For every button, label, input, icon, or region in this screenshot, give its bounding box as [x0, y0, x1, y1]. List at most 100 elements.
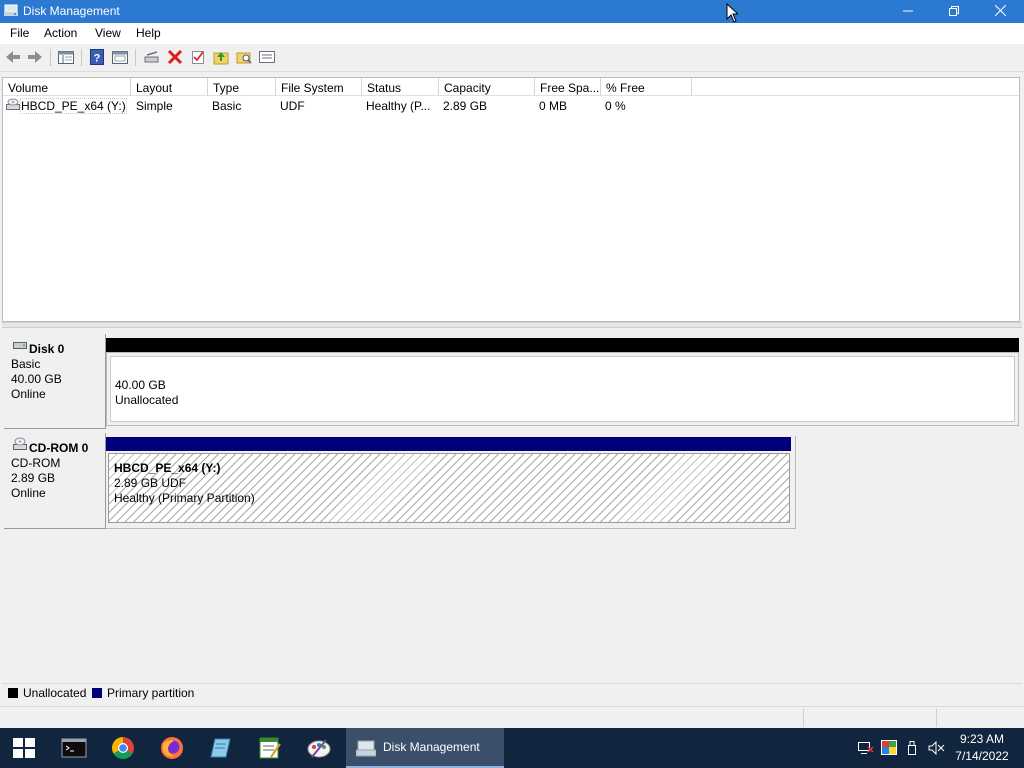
- taskbar-item-label: Disk Management: [383, 740, 480, 754]
- usb-icon[interactable]: [906, 740, 918, 756]
- cell-type: Basic: [212, 99, 242, 113]
- taskbar: Disk Management 9:23 AM 7/14/2022: [0, 728, 1024, 768]
- disk-size: 40.00 GB: [11, 372, 62, 386]
- menu-view[interactable]: View: [95, 26, 121, 40]
- partition-body: 40.00 GB Unallocated: [110, 356, 1015, 422]
- legend-swatch-unallocated: [8, 688, 18, 698]
- primary-partition-bar: [106, 437, 791, 451]
- window-title: Disk Management: [23, 4, 120, 18]
- column-header-filler: [692, 78, 1019, 96]
- volume-muted-icon[interactable]: [928, 741, 945, 755]
- restore-icon: [949, 6, 959, 16]
- cd-drive-icon: [6, 98, 20, 110]
- clock-date: 7/14/2022: [955, 749, 1009, 763]
- disk-kind: CD-ROM: [11, 456, 61, 470]
- cdrom-0-label[interactable]: CD-ROM 0 CD-ROM 2.89 GB Online: [4, 433, 106, 529]
- toolbar-separator: [50, 49, 51, 66]
- disk-0-label[interactable]: Disk 0 Basic 40.00 GB Online: [4, 334, 106, 429]
- toolbar-separator: [81, 49, 82, 66]
- menu-help[interactable]: Help: [136, 26, 161, 40]
- menu-action[interactable]: Action: [44, 26, 77, 40]
- delete-icon[interactable]: [166, 48, 184, 66]
- start-icon[interactable]: [13, 738, 35, 758]
- forward-arrow-icon[interactable]: [26, 48, 44, 66]
- status-divider: [803, 709, 804, 727]
- disk-graphical-view: Disk 0 Basic 40.00 GB Online 40.00 GB Un…: [2, 328, 1022, 683]
- minimize-button[interactable]: [885, 0, 931, 23]
- svg-text:?: ?: [94, 53, 101, 65]
- clock-time: 9:23 AM: [959, 732, 1005, 746]
- console-tree-icon[interactable]: [57, 48, 75, 66]
- cell-layout: Simple: [136, 99, 173, 113]
- close-icon: [994, 4, 1006, 17]
- column-header-status[interactable]: Status: [362, 78, 439, 96]
- menu-bar: File Action View Help: [0, 23, 1024, 44]
- partition-title: HBCD_PE_x64 (Y:): [114, 461, 221, 475]
- unallocated-bar: [106, 338, 1019, 352]
- text-editor-icon[interactable]: [257, 735, 283, 761]
- cell-volume: HBCD_PE_x64 (Y:): [20, 98, 127, 114]
- folder-up-icon[interactable]: [212, 48, 230, 66]
- disk-size: 2.89 GB: [11, 471, 56, 485]
- search-folder-icon[interactable]: [235, 48, 253, 66]
- disk-state: Online: [11, 387, 46, 401]
- paint-icon[interactable]: [306, 735, 332, 761]
- notepad-icon[interactable]: [208, 735, 234, 761]
- cell-file-system: UDF: [280, 99, 305, 113]
- cell-status: Healthy (P...: [366, 99, 431, 113]
- color-icon[interactable]: [881, 740, 897, 755]
- close-button[interactable]: [977, 0, 1023, 23]
- title-bar: Disk Management: [0, 0, 1024, 23]
- partition-hbcd[interactable]: HBCD_PE_x64 (Y:) 2.89 GB UDF Healthy (Pr…: [108, 453, 790, 523]
- chrome-icon[interactable]: [110, 735, 136, 761]
- disk-management-app-icon: [4, 4, 18, 16]
- network-icon[interactable]: [858, 741, 874, 755]
- terminal-icon[interactable]: [61, 735, 87, 761]
- disk-name: CD-ROM 0: [29, 441, 89, 455]
- list-view-icon[interactable]: [258, 48, 276, 66]
- toolbar-separator: [135, 49, 136, 66]
- clock[interactable]: 9:23 AM 7/14/2022: [950, 732, 1014, 763]
- connect-drive-icon[interactable]: [143, 48, 161, 66]
- column-header-file-system[interactable]: File System: [276, 78, 362, 96]
- cell-free-space: 0 MB: [539, 99, 568, 113]
- partition-size: 40.00 GB: [115, 378, 166, 392]
- partition-label: Unallocated: [115, 393, 179, 407]
- legend-swatch-primary: [92, 688, 102, 698]
- status-bar: [0, 706, 1024, 729]
- toolbar: ?: [0, 44, 1024, 72]
- minimize-icon: [903, 10, 913, 12]
- cell-pct-free: 0 %: [605, 99, 626, 113]
- taskbar-item-disk-management[interactable]: Disk Management: [346, 728, 504, 768]
- partition-label: Healthy (Primary Partition): [114, 491, 255, 505]
- cell-capacity: 2.89 GB: [443, 99, 488, 113]
- column-header-volume[interactable]: Volume: [3, 78, 131, 96]
- column-header-capacity[interactable]: Capacity: [439, 78, 535, 96]
- disk-name: Disk 0: [29, 342, 65, 356]
- legend-label-primary: Primary partition: [107, 686, 195, 700]
- disk-state: Online: [11, 486, 46, 500]
- legend: Unallocated Primary partition: [2, 683, 1022, 704]
- mouse-cursor-icon: [726, 3, 738, 23]
- firefox-icon[interactable]: [159, 735, 185, 761]
- status-divider: [936, 709, 937, 727]
- table-row[interactable]: HBCD_PE_x64 (Y:) Simple Basic UDF Health…: [3, 97, 1019, 114]
- disk-kind: Basic: [11, 357, 41, 371]
- disk-management-app-icon: [356, 740, 376, 757]
- back-arrow-icon[interactable]: [4, 48, 22, 66]
- properties-icon[interactable]: [111, 48, 129, 66]
- column-header-type[interactable]: Type: [208, 78, 276, 96]
- partition-size: 2.89 GB UDF: [114, 476, 187, 490]
- partition-unallocated[interactable]: 40.00 GB Unallocated: [106, 352, 1019, 426]
- cd-drive-icon: [13, 437, 27, 450]
- legend-label-unallocated: Unallocated: [23, 686, 87, 700]
- help-icon[interactable]: ?: [88, 48, 106, 66]
- column-header-layout[interactable]: Layout: [131, 78, 208, 96]
- column-header-free-space[interactable]: Free Spa...: [535, 78, 601, 96]
- column-header-pct-free[interactable]: % Free: [601, 78, 692, 96]
- hard-disk-icon: [13, 342, 27, 349]
- check-icon[interactable]: [189, 48, 207, 66]
- restore-button[interactable]: [931, 0, 977, 23]
- menu-file[interactable]: File: [10, 26, 29, 40]
- volume-list: Volume Layout Type File System Status Ca…: [2, 77, 1020, 322]
